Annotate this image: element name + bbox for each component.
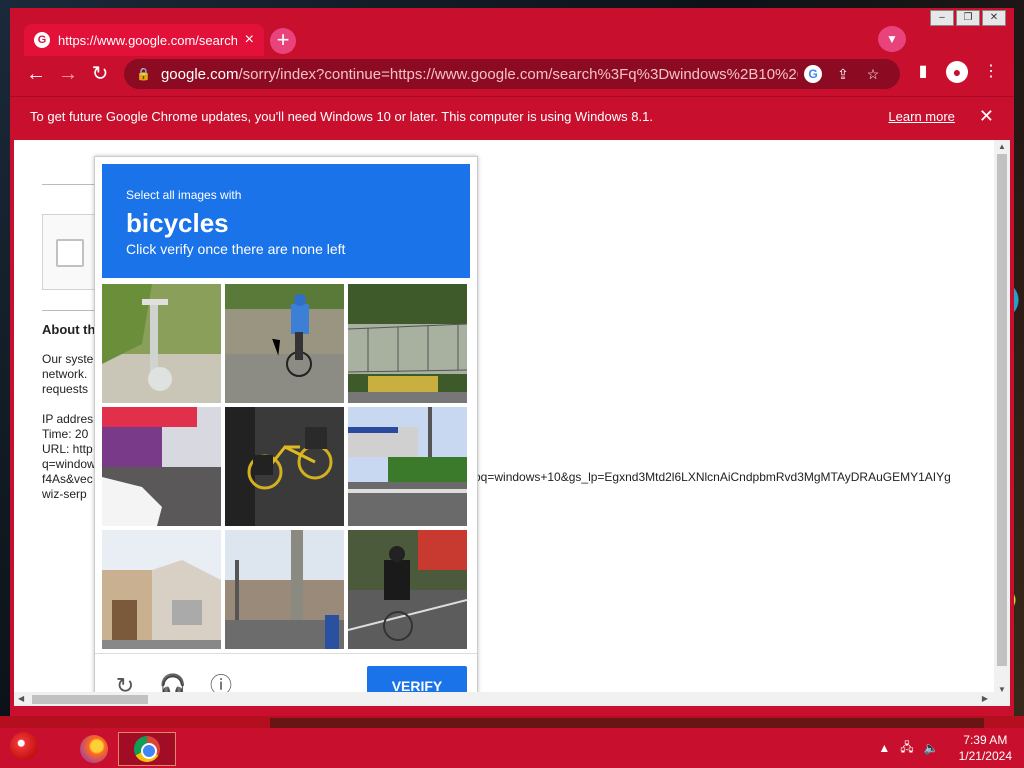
toolbar-right: ▮ ● ⋮ <box>910 58 1004 86</box>
taskbar-chrome[interactable] <box>118 732 176 766</box>
url-line: q=window <box>42 457 96 471</box>
tile-yellow-bicycle[interactable] <box>225 407 344 526</box>
lock-icon[interactable]: 🔒 <box>136 67 151 81</box>
clock[interactable]: 7:39 AM 1/21/2024 <box>959 732 1012 764</box>
browser-toolbar: ← → ↻ 🔒 google.com/sorry/index?continue=… <box>10 56 1014 92</box>
google-favicon-icon: G <box>34 32 50 48</box>
divider <box>42 184 102 185</box>
body-line: network. <box>42 367 88 381</box>
start-button[interactable] <box>10 732 42 766</box>
share-icon[interactable]: ⇪ <box>828 66 858 83</box>
taskbar-firefox[interactable] <box>68 732 120 766</box>
about-heading: About th <box>42 322 96 337</box>
body-line: requests <box>42 382 89 396</box>
infobar-close-icon[interactable]: ✕ <box>979 106 994 127</box>
minimize-button[interactable]: – <box>930 10 954 26</box>
browser-tab[interactable]: G https://www.google.com/search? × <box>24 24 264 56</box>
firefox-icon <box>80 735 108 763</box>
captcha-subtext: Click verify once there are none left <box>126 241 346 257</box>
tab-close-icon[interactable]: × <box>245 31 254 49</box>
body-line: Our syste <box>42 352 94 366</box>
captcha-target: bicycles <box>126 208 229 238</box>
taskbar: ▲ 🖧 🔈 7:39 AM 1/21/2024 <box>0 728 1024 768</box>
horizontal-scrollbar[interactable]: ◀ ▶ <box>14 692 1010 706</box>
desktop-wallpaper-strip <box>0 716 1024 728</box>
page-content: About th Our syste network. requests IP … <box>14 140 1010 706</box>
divider <box>42 310 102 311</box>
close-window-button[interactable]: ✕ <box>982 10 1006 26</box>
address-bar[interactable]: 🔒 google.com/sorry/index?continue=https:… <box>124 59 900 89</box>
bookmark-star-icon[interactable]: ☆ <box>858 66 888 83</box>
window-controls: – ❐ ✕ <box>930 10 1006 26</box>
url-line: wiz-serp <box>42 487 87 501</box>
side-panel-icon[interactable]: ▮ <box>910 58 936 86</box>
address-url: google.com/sorry/index?continue=https://… <box>160 65 798 83</box>
tab-search-button[interactable]: ▼ <box>878 26 906 52</box>
tray-overflow-icon[interactable]: ▲ <box>878 741 890 755</box>
network-icon[interactable]: 🖧 <box>900 738 913 759</box>
chrome-icon <box>134 736 160 762</box>
url-tail-text: oq=windows+10&gs_lp=Egxnd3Mtd2l6LXNlcnAi… <box>474 470 951 484</box>
tile-convenience-store-street[interactable] <box>348 407 467 526</box>
tile-exercise-bike-weeds[interactable] <box>102 284 221 403</box>
back-button[interactable]: ← <box>20 58 52 90</box>
ip-line: IP addres <box>42 412 94 426</box>
captcha-instruction: Select all images with <box>126 188 242 202</box>
tile-street-utility-pole[interactable] <box>225 530 344 649</box>
forward-button[interactable]: → <box>52 58 84 90</box>
url-line: URL: http <box>42 442 93 456</box>
new-tab-button[interactable]: + <box>270 28 296 54</box>
url-line: f4As&vec <box>42 472 93 486</box>
vertical-scrollbar[interactable]: ▲ ▼ <box>994 140 1010 696</box>
recaptcha-checkbox[interactable] <box>56 239 84 267</box>
recaptcha-checkbox-container <box>42 214 102 290</box>
tile-storefront-car[interactable] <box>102 407 221 526</box>
tile-cyclist-blue-jacket[interactable] <box>225 284 344 403</box>
google-lens-icon[interactable]: G <box>804 65 822 83</box>
browser-window: – ❐ ✕ G https://www.google.com/search? ×… <box>10 8 1014 716</box>
tab-title: https://www.google.com/search? <box>58 32 237 48</box>
clock-time: 7:39 AM <box>963 733 1008 747</box>
menu-kebab-icon[interactable]: ⋮ <box>978 58 1004 86</box>
tile-cyclist-dark-coat[interactable] <box>348 530 467 649</box>
captcha-header: Select all images with bicycles Click ve… <box>102 164 470 278</box>
tile-houses[interactable] <box>102 530 221 649</box>
reload-button[interactable]: ↻ <box>84 58 116 90</box>
tile-fence-trees[interactable] <box>348 284 467 403</box>
restore-button[interactable]: ❐ <box>956 10 980 26</box>
volume-muted-icon[interactable]: 🔈 <box>924 741 939 755</box>
captcha-image-grid <box>102 284 470 649</box>
infobar-message: To get future Google Chrome updates, you… <box>30 109 653 124</box>
system-tray: ▲ 🖧 🔈 7:39 AM 1/21/2024 <box>878 732 1012 764</box>
learn-more-link[interactable]: Learn more <box>888 109 954 124</box>
profile-avatar[interactable]: ● <box>946 61 968 83</box>
update-infobar: To get future Google Chrome updates, you… <box>10 96 1014 136</box>
captcha-challenge: Select all images with bicycles Click ve… <box>94 156 478 706</box>
clock-date: 1/21/2024 <box>958 749 1012 763</box>
time-line: Time: 20 <box>42 427 89 441</box>
